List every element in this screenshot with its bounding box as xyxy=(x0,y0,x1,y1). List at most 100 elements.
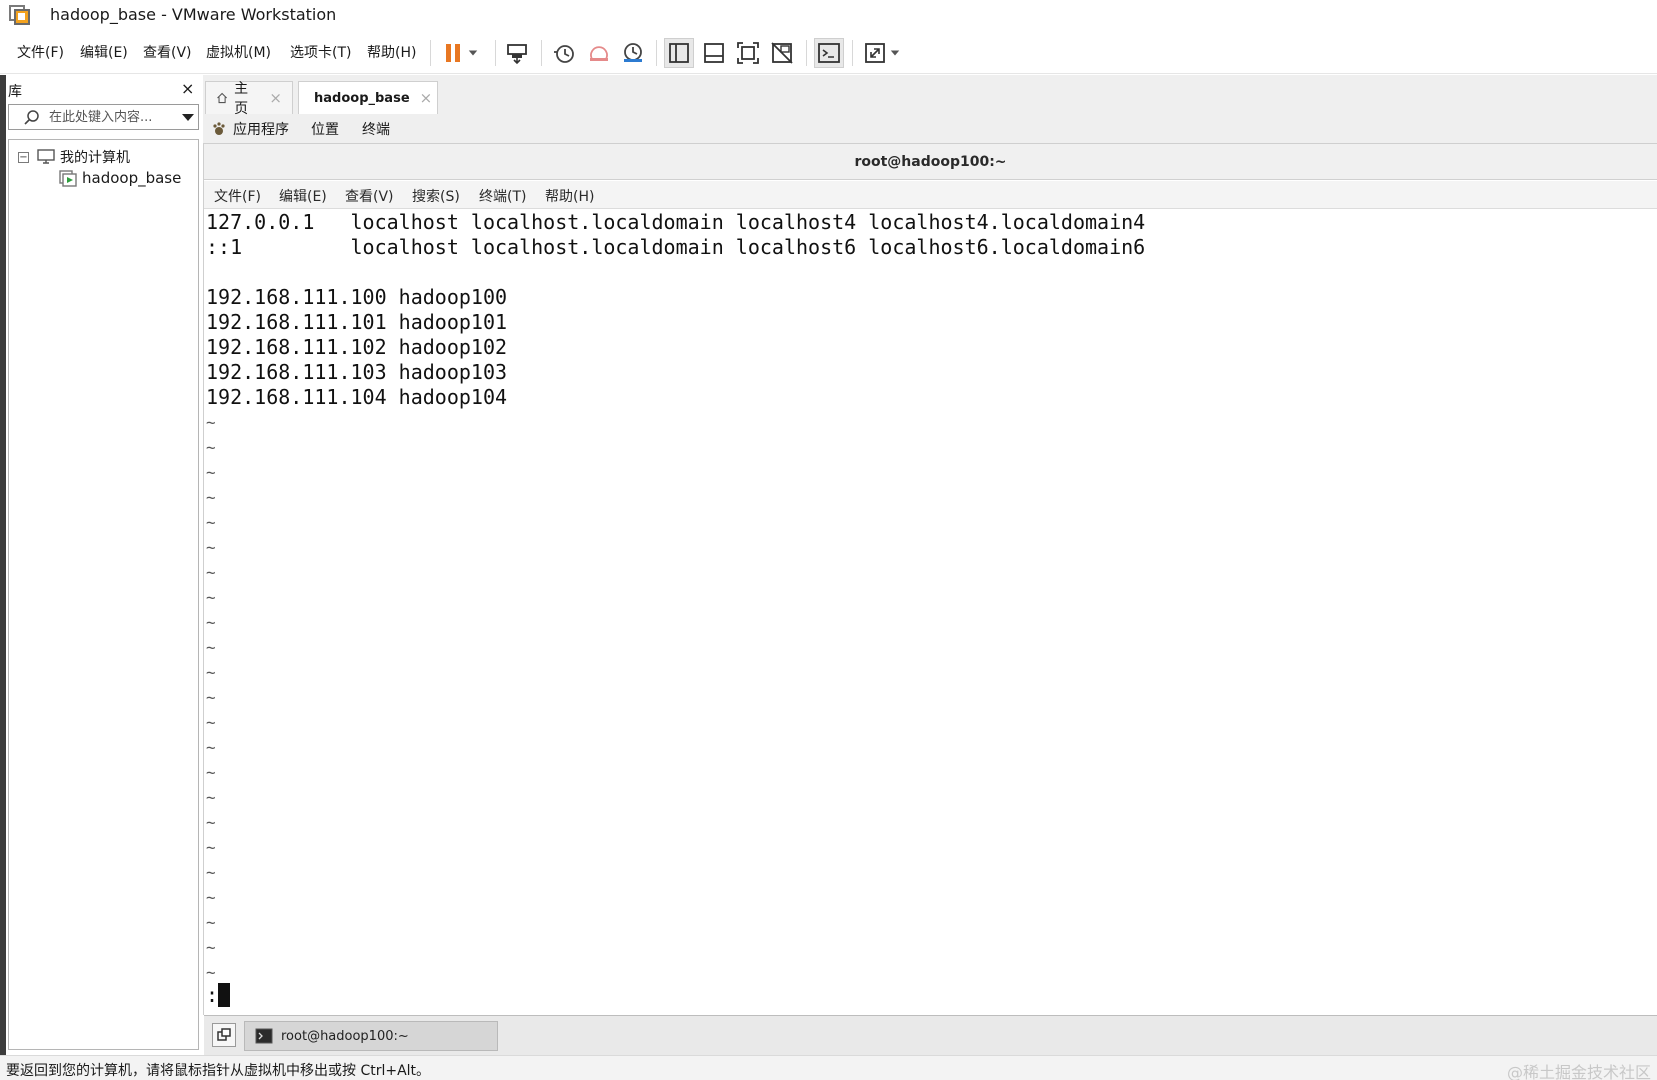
tab-home[interactable]: 主页 × xyxy=(205,81,293,117)
full-screen-button[interactable] xyxy=(733,38,763,68)
tab-close-icon[interactable]: × xyxy=(269,89,282,107)
tree-item-label: 我的计算机 xyxy=(60,150,130,166)
library-close-button[interactable]: × xyxy=(181,79,194,98)
vi-empty-line-marker: ~ xyxy=(206,438,216,457)
status-message: 要返回到您的计算机，请将鼠标指针从虚拟机中移出或按 Ctrl+Alt。 xyxy=(6,1063,431,1079)
show-thumbnail-bar-button[interactable] xyxy=(699,38,729,68)
tree-item-my-computer[interactable]: − 我的计算机 xyxy=(18,147,130,167)
library-title: 库 xyxy=(8,84,22,100)
toolbar-separator xyxy=(656,40,657,66)
terminal-menu-file[interactable]: 文件(F) xyxy=(214,186,261,206)
vm-icon xyxy=(59,170,77,187)
terminal-menu-edit[interactable]: 编辑(E) xyxy=(279,186,327,206)
show-library-icon xyxy=(669,43,689,63)
vi-empty-line-marker: ~ xyxy=(206,938,216,957)
unity-icon xyxy=(771,42,793,64)
snapshot-manager-button[interactable] xyxy=(618,38,648,68)
tab-close-icon[interactable]: × xyxy=(420,89,433,107)
vmware-logo-icon xyxy=(9,5,30,25)
status-bar: 要返回到您的计算机，请将鼠标指针从虚拟机中移出或按 Ctrl+Alt。 @稀土掘… xyxy=(0,1055,1657,1080)
take-snapshot-button[interactable] xyxy=(549,38,579,68)
menu-view[interactable]: 查看(V) xyxy=(143,42,192,62)
window-left-edge xyxy=(0,75,6,1055)
vi-empty-line-marker: ~ xyxy=(206,688,216,707)
vi-empty-line-marker: ~ xyxy=(206,713,216,732)
terminal-menubar: 文件(F) 编辑(E) 查看(V) 搜索(S) 终端(T) 帮助(H) xyxy=(204,181,1657,209)
terminal-menu-help[interactable]: 帮助(H) xyxy=(545,186,594,206)
vi-empty-line-marker: ~ xyxy=(206,613,216,632)
show-thumbnail-icon xyxy=(704,43,724,63)
menu-file[interactable]: 文件(F) xyxy=(17,42,64,62)
menu-toolbar: 文件(F) 编辑(E) 查看(V) 虚拟机(M) 选项卡(T) 帮助(H) xyxy=(0,30,1657,74)
terminal-cursor xyxy=(218,983,230,1007)
revert-snapshot-button[interactable] xyxy=(584,38,614,68)
taskbar-item-label: root@hadoop100:~ xyxy=(281,1028,409,1044)
vi-empty-line-marker: ~ xyxy=(206,488,216,507)
toolbar-separator xyxy=(430,40,431,66)
taskbar-terminal-button[interactable]: root@hadoop100:~ xyxy=(244,1021,498,1051)
snapshot-take-icon xyxy=(554,45,574,63)
terminal-line: 127.0.0.1 localhost localhost.localdomai… xyxy=(206,210,1146,234)
search-dropdown-icon[interactable] xyxy=(182,114,194,121)
toolbar-separator xyxy=(541,40,542,66)
tab-strip: 主页 × hadoop_base × xyxy=(203,75,1657,117)
vi-empty-line-marker: ~ xyxy=(206,663,216,682)
menu-vm[interactable]: 虚拟机(M) xyxy=(206,42,271,62)
vi-command-prompt: : xyxy=(206,983,219,1007)
terminal-menu-view[interactable]: 查看(V) xyxy=(345,186,394,206)
vi-empty-line-marker: ~ xyxy=(206,588,216,607)
show-library-button[interactable] xyxy=(664,38,694,68)
vi-empty-line-marker: ~ xyxy=(206,513,216,532)
vi-empty-line-marker: ~ xyxy=(206,738,216,757)
library-search-input[interactable] xyxy=(49,108,177,126)
menu-tabs[interactable]: 选项卡(T) xyxy=(290,42,351,62)
fullscreen-icon xyxy=(737,42,759,64)
terminal-menu-terminal[interactable]: 终端(T) xyxy=(479,186,526,206)
menu-edit[interactable]: 编辑(E) xyxy=(80,42,128,62)
vi-empty-line-marker: ~ xyxy=(206,963,216,982)
terminal-menu-search[interactable]: 搜索(S) xyxy=(412,186,460,206)
terminal-line: 192.168.111.103 hadoop103 xyxy=(206,360,508,384)
guest-menu-places[interactable]: 位置 xyxy=(311,119,339,139)
guest-menu-applications[interactable]: 应用程序 xyxy=(233,119,289,139)
vi-empty-line-marker: ~ xyxy=(206,763,216,782)
tree-item-hadoop-base[interactable]: hadoop_base xyxy=(59,169,181,187)
show-desktop-icon xyxy=(217,1028,231,1041)
vi-empty-line-marker: ~ xyxy=(206,888,216,907)
menu-help[interactable]: 帮助(H) xyxy=(367,42,416,62)
vi-empty-line-marker: ~ xyxy=(206,463,216,482)
terminal-content[interactable]: 127.0.0.1 localhost localhost.localdomai… xyxy=(204,210,1657,1015)
watermark: @稀土掘金技术社区 xyxy=(1506,1063,1651,1080)
power-dropdown-button[interactable] xyxy=(462,38,484,68)
vi-empty-line-marker: ~ xyxy=(206,788,216,807)
vi-empty-line-marker: ~ xyxy=(206,638,216,657)
guest-top-panel: 应用程序 位置 终端 xyxy=(203,115,1657,143)
terminal-line: 192.168.111.101 hadoop101 xyxy=(206,310,508,334)
send-ctrl-alt-del-button[interactable] xyxy=(502,38,532,68)
stretch-dropdown-button[interactable] xyxy=(884,38,906,68)
unity-button[interactable] xyxy=(767,38,797,68)
guest-taskbar: root@hadoop100:~ xyxy=(204,1015,1657,1055)
send-keys-icon xyxy=(507,44,527,65)
search-icon xyxy=(24,110,39,125)
terminal-line: 192.168.111.100 hadoop100 xyxy=(206,285,508,309)
guest-menu-terminal[interactable]: 终端 xyxy=(362,119,390,139)
terminal-line: 192.168.111.102 hadoop102 xyxy=(206,335,508,359)
tab-label: 主页 xyxy=(234,81,249,117)
window-title: hadoop_base - VMware Workstation xyxy=(50,5,337,24)
library-search[interactable] xyxy=(8,104,199,130)
snapshot-revert-icon xyxy=(590,46,608,61)
snapshot-manager-icon xyxy=(624,43,642,62)
library-tree: − 我的计算机 hadoop_base xyxy=(8,139,199,1050)
computer-icon xyxy=(37,149,55,164)
show-desktop-button[interactable] xyxy=(212,1023,236,1047)
tab-hadoop-base[interactable]: hadoop_base × xyxy=(298,81,438,114)
window-titlebar: hadoop_base - VMware Workstation xyxy=(0,0,1657,30)
chevron-down-icon xyxy=(468,50,478,56)
tree-collapse-toggle[interactable]: − xyxy=(18,151,29,163)
terminal-window-title: root@hadoop100:~ xyxy=(204,144,1657,180)
tab-label: hadoop_base xyxy=(314,90,410,106)
tree-item-label: hadoop_base xyxy=(82,169,182,187)
chevron-down-icon xyxy=(890,50,900,56)
console-view-button[interactable] xyxy=(814,38,844,68)
